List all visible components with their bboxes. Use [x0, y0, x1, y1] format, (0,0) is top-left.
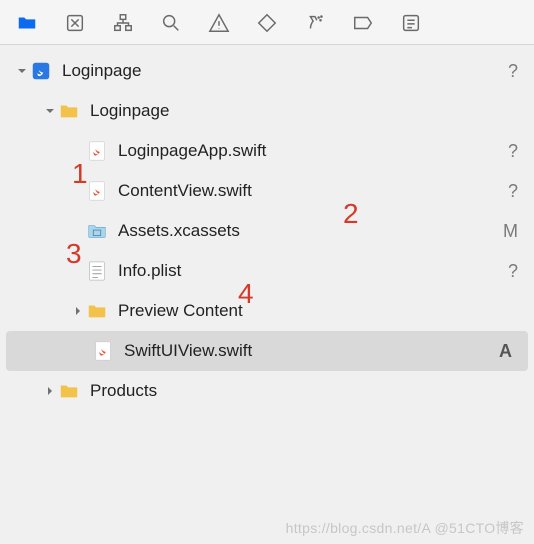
tree-label: Info.plist — [118, 261, 494, 281]
status-badge: ? — [494, 181, 518, 202]
breakpoints-icon[interactable] — [350, 10, 376, 36]
navigator-toolbar — [0, 0, 534, 45]
tree-row-root[interactable]: Loginpage ? — [0, 51, 534, 91]
folder-icon — [58, 380, 80, 402]
swift-file-icon — [86, 140, 108, 162]
folder-icon — [58, 100, 80, 122]
tree-label: ContentView.swift — [118, 181, 494, 201]
issues-icon[interactable] — [206, 10, 232, 36]
tree-row-folder[interactable]: Loginpage — [0, 91, 534, 131]
symbol-navigator-icon[interactable] — [110, 10, 136, 36]
folder-icon — [86, 300, 108, 322]
app-icon — [30, 60, 52, 82]
tree-row-file-selected[interactable]: SwiftUIView.swift A — [6, 331, 528, 371]
tree-row-file[interactable]: LoginpageApp.swift ? — [0, 131, 534, 171]
tree-row-folder[interactable]: Preview Content — [0, 291, 534, 331]
tree-label: Loginpage — [62, 61, 494, 81]
tree-label: SwiftUIView.swift — [124, 341, 488, 361]
tree-label: LoginpageApp.swift — [118, 141, 494, 161]
tree-row-file[interactable]: Assets.xcassets M — [0, 211, 534, 251]
tree-label: Preview Content — [118, 301, 494, 321]
tree-row-file[interactable]: ContentView.swift ? — [0, 171, 534, 211]
debug-icon[interactable] — [302, 10, 328, 36]
status-badge: A — [488, 341, 512, 362]
swift-file-icon — [86, 180, 108, 202]
project-tree: Loginpage ? Loginpage LoginpageApp.swift… — [0, 45, 534, 411]
status-badge: ? — [494, 61, 518, 82]
tree-label: Assets.xcassets — [118, 221, 494, 241]
status-badge: ? — [494, 141, 518, 162]
watermark: https://blog.csdn.net/A @51CTO博客 — [286, 518, 524, 538]
source-control-icon[interactable] — [62, 10, 88, 36]
swift-file-icon — [92, 340, 114, 362]
reports-icon[interactable] — [398, 10, 424, 36]
tree-row-folder[interactable]: Products — [0, 371, 534, 411]
status-badge: M — [494, 221, 518, 242]
tree-label: Products — [90, 381, 494, 401]
project-navigator-icon[interactable] — [14, 10, 40, 36]
chevron-down-icon[interactable] — [42, 105, 58, 117]
tree-label: Loginpage — [90, 101, 494, 121]
chevron-right-icon[interactable] — [42, 385, 58, 397]
plist-file-icon — [86, 260, 108, 282]
chevron-down-icon[interactable] — [14, 65, 30, 77]
search-icon[interactable] — [158, 10, 184, 36]
status-badge: ? — [494, 261, 518, 282]
tests-icon[interactable] — [254, 10, 280, 36]
chevron-right-icon[interactable] — [70, 305, 86, 317]
tree-row-file[interactable]: Info.plist ? — [0, 251, 534, 291]
assets-folder-icon — [86, 220, 108, 242]
